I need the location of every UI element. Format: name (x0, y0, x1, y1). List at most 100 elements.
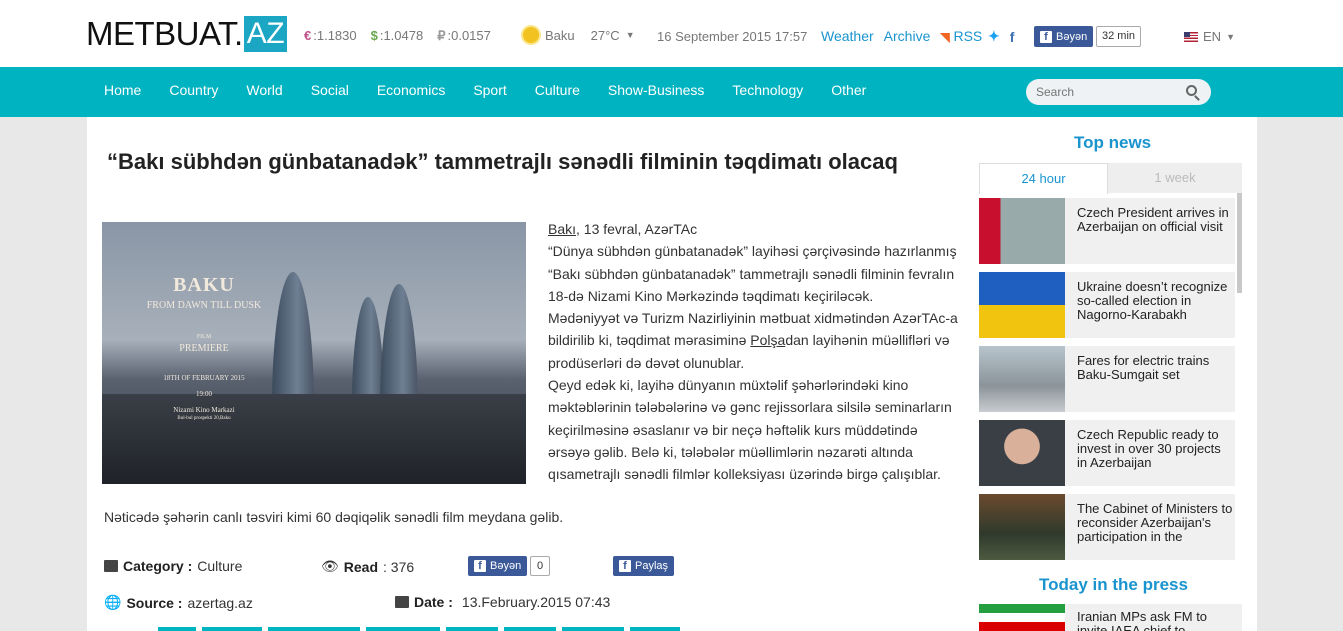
news-thumb (979, 420, 1065, 486)
nav-sport[interactable]: Sport (473, 82, 506, 98)
tab-1-week[interactable]: 1 week (1108, 163, 1242, 193)
poster-premiere: PREMIERE (179, 343, 229, 354)
weather-temp: 27°C (590, 27, 620, 43)
news-title: Iranian MPs ask FM to invite IAEA chief … (1077, 609, 1208, 631)
facebook-icon: f (619, 560, 631, 572)
social-links: ✦ f (988, 28, 1014, 45)
globe-icon: 🌐 (104, 594, 122, 610)
weather-widget[interactable]: Baku 27°C ▼ (523, 27, 635, 43)
article-photo[interactable]: BAKU FROM DAWN TILL DUSK FILM PREMIERE 1… (102, 222, 526, 484)
nav-show-business[interactable]: Show-Business (608, 82, 705, 98)
nav-economics[interactable]: Economics (377, 82, 445, 98)
news-item[interactable]: Czech Republic ready to invest in over 3… (979, 420, 1235, 486)
source-link[interactable]: azertag.az (187, 595, 252, 611)
tag[interactable] (630, 627, 680, 631)
share-button[interactable]: f Paylaş (613, 556, 675, 576)
poster-time: 19:00 (196, 390, 212, 398)
news-title: Ukraine doesn’t recognize so-called elec… (1077, 279, 1228, 322)
eye-icon: 👁 (321, 558, 339, 574)
tag[interactable] (202, 627, 262, 631)
poster-address: Bul-bul prospekti 20,Baku (177, 416, 231, 421)
dateline-city-link[interactable]: Bakı (548, 221, 576, 237)
paragraph: Qeyd edək ki, layihə dünyanın müxtəlif ş… (548, 377, 952, 483)
nav-world[interactable]: World (246, 82, 282, 98)
date-meta: Date :13.February.2015 07:43 (395, 594, 610, 610)
nav-social[interactable]: Social (311, 82, 349, 98)
paragraph: “Dünya sübhdən günbatanadək” layihəsi çə… (548, 243, 957, 304)
news-thumb (979, 494, 1065, 560)
tag[interactable] (158, 627, 196, 631)
tab-24-hour[interactable]: 24 hour (979, 163, 1108, 194)
top-bar: METBUAT. AZ €:1.1830 $:1.0478 ₽:0.0157 Ba… (0, 0, 1343, 67)
poland-link[interactable]: Polşa (750, 332, 785, 348)
news-item[interactable]: Czech President arrives in Azerbaijan on… (979, 198, 1235, 264)
rate-usd: $:1.0478 (370, 28, 424, 43)
category-link[interactable]: Culture (197, 558, 242, 574)
news-thumb (979, 346, 1065, 412)
search-icon[interactable] (1186, 85, 1197, 96)
poster-title: BAKU (173, 274, 235, 296)
poster-date: 18TH OF FEBRUARY 2015 (163, 374, 245, 382)
today-in-press-heading: Today in the press (1039, 575, 1188, 594)
site-logo[interactable]: METBUAT. AZ (86, 15, 288, 53)
paragraph: Mədəniyyət və Turizm Nazirliyinin mətbua… (548, 310, 958, 371)
rss-icon: ◥ (940, 30, 950, 44)
read-meta: 👁 Read: 376 (321, 558, 415, 575)
news-title: The Cabinet of Ministers to reconsider A… (1077, 501, 1233, 544)
calendar-icon (395, 596, 409, 608)
nav-culture[interactable]: Culture (535, 82, 580, 98)
fb-like-button[interactable]: f Bəyən (1034, 26, 1094, 47)
tag[interactable] (446, 627, 498, 631)
weather-city: Baku (545, 27, 575, 43)
logo-text: METBUAT. (86, 15, 243, 52)
top-news-heading: Top news (1074, 133, 1152, 152)
nav-other[interactable]: Other (831, 82, 866, 98)
rss-link[interactable]: ◥ RSS (940, 28, 982, 44)
news-item[interactable]: Fares for electric trains Baku-Sumgait s… (979, 346, 1235, 412)
nav-country[interactable]: Country (169, 82, 218, 98)
flag-icon (1184, 31, 1198, 42)
tag[interactable] (562, 627, 624, 631)
poster-film: FILM (196, 334, 212, 340)
chevron-down-icon: ▼ (625, 30, 635, 40)
facebook-icon: f (1040, 30, 1052, 43)
language-selector[interactable]: EN ▼ (1184, 29, 1235, 44)
current-datetime: 16 September 2015 17:57 (657, 29, 808, 44)
news-thumb (979, 198, 1065, 264)
article-title: “Bakı sübhdən günbatanadək” tammetrajlı … (107, 149, 898, 174)
poster-venue: Nizami Kino Markazi (173, 406, 235, 414)
search-input[interactable] (1026, 79, 1211, 105)
logo-az: AZ (243, 16, 288, 52)
news-thumb (979, 272, 1065, 338)
tag[interactable] (366, 627, 440, 631)
dateline: Bakı, 13 fevral, AzərTAc (548, 221, 698, 237)
currency-rates: €:1.1830 $:1.0478 ₽:0.0157 (304, 28, 491, 44)
poster-subtitle: FROM DAWN TILL DUSK (146, 300, 262, 311)
chevron-down-icon: ▼ (1226, 31, 1235, 42)
press-item[interactable]: Iranian MPs ask FM to invite IAEA chief … (979, 604, 1242, 631)
nav-technology[interactable]: Technology (732, 82, 803, 98)
news-thumb (979, 604, 1065, 631)
nav-home[interactable]: Home (104, 82, 141, 98)
facebook-icon: f (474, 560, 486, 572)
news-title: Fares for electric trains Baku-Sumgait s… (1077, 353, 1210, 382)
twitter-icon[interactable]: ✦ (988, 28, 1000, 45)
rate-rub: ₽:0.0157 (437, 28, 491, 43)
scrollbar[interactable] (1237, 193, 1242, 293)
tag[interactable] (268, 627, 360, 631)
weather-link[interactable]: Weather (821, 28, 874, 44)
article-body: Bakı, 13 fevral, AzərTAc “Dünya sübhdən … (548, 218, 960, 486)
archive-link[interactable]: Archive (884, 28, 931, 44)
like-button[interactable]: f Bəyən (468, 556, 528, 576)
news-item[interactable]: The Cabinet of Ministers to reconsider A… (979, 494, 1235, 560)
like-count: 0 (530, 556, 551, 576)
tag[interactable] (504, 627, 556, 631)
source-meta: 🌐 Source : azertag.az (104, 594, 253, 611)
top-links: Weather Archive ◥ RSS (821, 28, 982, 44)
rate-eur: €:1.1830 (304, 28, 357, 43)
news-item[interactable]: Ukraine doesn’t recognize so-called elec… (979, 272, 1235, 338)
tag-list (158, 627, 680, 631)
facebook-icon[interactable]: f (1010, 29, 1015, 45)
paragraph-last: Nəticədə şəhərin canlı təsviri kimi 60 d… (104, 509, 564, 525)
news-title: Czech President arrives in Azerbaijan on… (1077, 205, 1229, 234)
